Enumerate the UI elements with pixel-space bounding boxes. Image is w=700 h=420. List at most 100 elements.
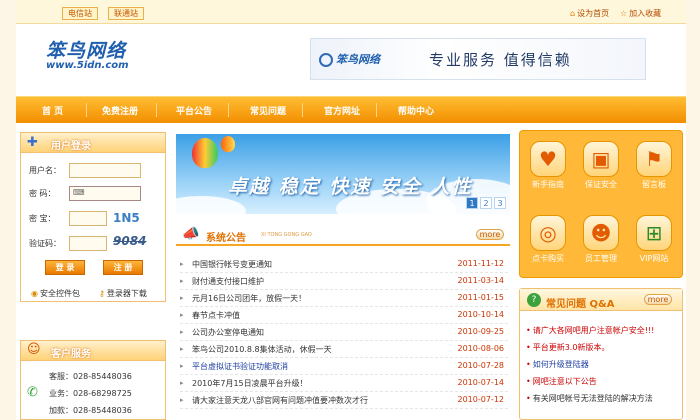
notice-row[interactable]: ▸ 春节点卡冲值 2010-10-14 [180,307,508,324]
notice-text: 笨鸟公司2010.8.8集体活动，休假一天 [192,345,332,354]
security-plugin-link[interactable]: ◉ 安全控件包 [31,288,80,299]
notice-text: 平台虚拟证书验证功能取消 [192,362,288,371]
hero-banner[interactable]: 卓越 稳定 快速 安全 人性 1 2 3 [176,134,510,214]
main-nav: 首 页 免费注册 平台公告 常见问题 官方网址 帮助中心 [16,96,686,123]
notice-row[interactable]: ▸ 元月16日公司团年，放假一天！ 2011-01-15 [180,290,508,307]
page: 电信站 联通站 ⌂ 设为首页 ☆ 加入收藏 笨鸟网络 www.5idn.com 笨鸟… [16,0,686,420]
login-panel-header: ✚ 用户登录 [21,133,165,153]
notice-text: 中国银行帐号变更通知 [192,260,272,269]
notice-subtitle: XI TONG GONG GAO [261,232,312,238]
unicom-site-button[interactable]: 联通站 [108,7,144,20]
coins-icon: ◎ [530,215,566,251]
faq-title: 常见问题 Q&A [546,299,615,310]
arrow-icon: ▸ [180,345,184,353]
login-button[interactable]: 登 录 [45,260,85,275]
bullet-icon: • [526,326,531,335]
arrow-icon: ▸ [180,277,184,285]
faq-item[interactable]: • 平台更新3.0新版本。 [526,342,609,353]
notice-text: 元月16日公司团年，放假一天！ [192,294,307,303]
service-vip[interactable]: ⊞ VIP网站 [630,215,678,264]
notice-row[interactable]: ▸ 财付通支付接口维护 2011-03-14 [180,273,508,290]
phone-icon: ✆ [27,385,38,400]
notice-date: 2010-07-14 [457,378,505,387]
notice-row[interactable]: ▸ 笨鸟公司2010.8.8集体活动，休假一天 2010-08-06 [180,341,508,358]
service-panel: ☺ 客户服务 ✆ 客服：028-85448036 业务：028-68298725… [20,340,166,420]
login-panel: ✚ 用户登录 用户名： 密 码： ⌨ 密 宝： 1N5 验证码： 9084 登 … [20,132,166,302]
captcha-input[interactable] [69,236,107,251]
site-logo[interactable]: 笨鸟网络 www.5idn.com [46,36,158,78]
faq-text: 平台更新3.0新版本。 [532,343,610,352]
notice-row[interactable]: ▸ 2010年7月15日凌晨平台升级！ 2010-07-14 [180,375,508,392]
service-label: 员工管理 [585,254,617,263]
slide-page-1[interactable]: 1 [466,197,478,209]
login-title: 用户登录 [51,141,91,152]
notice-row[interactable]: ▸ 请大家注意天龙八部官网有问题冲值要冲数次才行 2010-07-12 [180,392,508,409]
nav-faq[interactable]: 常见问题 [250,104,286,117]
service-buy-card[interactable]: ◎ 点卡购买 [524,215,572,264]
recharge-phone: 加款：028-85448036 [49,406,132,415]
business-phone: 业务：028-68298725 [49,389,132,398]
service-label: 保证安全 [585,180,617,189]
notice-date: 2010-08-06 [457,344,505,353]
service-security[interactable]: ▣ 保证安全 [577,141,625,190]
login-download-link[interactable]: ⚷ 登录器下载 [99,288,147,299]
secret-label: 密 宝： [29,214,56,223]
notice-row[interactable]: ▸ 公司办公室停电通知 2010-09-25 [180,324,508,341]
notice-row[interactable]: ▸ 平台虚拟证书验证功能取消 2010-07-28 [180,358,508,375]
service-message-board[interactable]: ⚑ 留言板 [630,141,678,190]
register-button[interactable]: 注 册 [103,260,143,275]
slide-page-3[interactable]: 3 [494,197,506,209]
faq-item[interactable]: • 如何升级登陆器 [526,359,589,370]
nav-register[interactable]: 免费注册 [102,104,138,117]
set-homepage-link[interactable]: ⌂ 设为首页 [570,8,609,19]
service-label: 留言板 [642,180,666,189]
nav-divider [228,103,229,117]
arrow-icon: ▸ [180,260,184,268]
bird-icon [319,53,333,67]
agent-icon: ☺ [27,342,41,357]
nav-help-center[interactable]: 帮助中心 [398,104,434,117]
notice-text: 春节点卡冲值 [192,311,240,320]
faq-text: 如何升级登陆器 [532,360,589,369]
faq-item[interactable]: • 网吧注意以下公告 [526,376,597,387]
notice-more-button[interactable]: more [476,229,504,240]
username-input[interactable] [69,163,141,178]
question-icon: ? [527,293,541,307]
telecom-site-button[interactable]: 电信站 [62,7,98,20]
arrow-icon: ▸ [180,379,184,387]
set-homepage-label: 设为首页 [577,9,610,18]
secret-input[interactable] [69,211,107,226]
arrow-icon: ▸ [180,311,184,319]
security-plugin-label: 安全控件包 [39,289,80,298]
faq-item[interactable]: • 有关网吧帐号无法登陆的解决方法 [526,393,653,404]
add-favorite-link[interactable]: ☆ 加入收藏 [620,8,661,19]
login-download-label: 登录器下载 [106,289,147,298]
notice-date: 2011-01-15 [457,293,505,302]
faq-more-button[interactable]: more [644,294,672,305]
services-panel: ♥ 新手指南 ▣ 保证安全 ⚑ 留言板 ◎ 点卡购买 ☻ 员工管理 ⊞ VIP网站 [519,130,683,278]
logo-url: www.5idn.com [46,60,129,71]
secret-code: 1N5 [113,211,140,225]
balloon-icon [221,136,235,152]
captcha-image[interactable]: 9084 [113,234,146,248]
arrow-icon: ▸ [180,362,184,370]
password-label: 密 码： [29,189,56,198]
nav-home[interactable]: 首 页 [42,104,63,117]
nav-announcements[interactable]: 平台公告 [176,104,212,117]
service-panel-header: ☺ 客户服务 [21,341,165,361]
faq-item[interactable]: • 请广大各网吧用户注意帐户安全!!! [526,325,654,336]
heart-icon: ♥ [530,141,566,177]
bullet-icon: • [526,343,531,352]
faq-header: ? 常见问题 Q&A more [520,289,682,311]
notice-date: 2010-09-25 [457,327,505,336]
megaphone-icon: 📣 [182,226,200,242]
password-input[interactable]: ⌨ [69,186,141,201]
service-label: 点卡购买 [532,254,564,263]
nav-official-site[interactable]: 官方网址 [324,104,360,117]
service-staff[interactable]: ☻ 员工管理 [577,215,625,264]
notice-date: 2010-07-12 [457,395,505,404]
notice-row[interactable]: ▸ 中国银行帐号变更通知 2011-11-12 [180,256,508,273]
slide-page-2[interactable]: 2 [480,197,492,209]
notice-text: 公司办公室停电通知 [192,328,264,337]
service-newbie-guide[interactable]: ♥ 新手指南 [524,141,572,190]
